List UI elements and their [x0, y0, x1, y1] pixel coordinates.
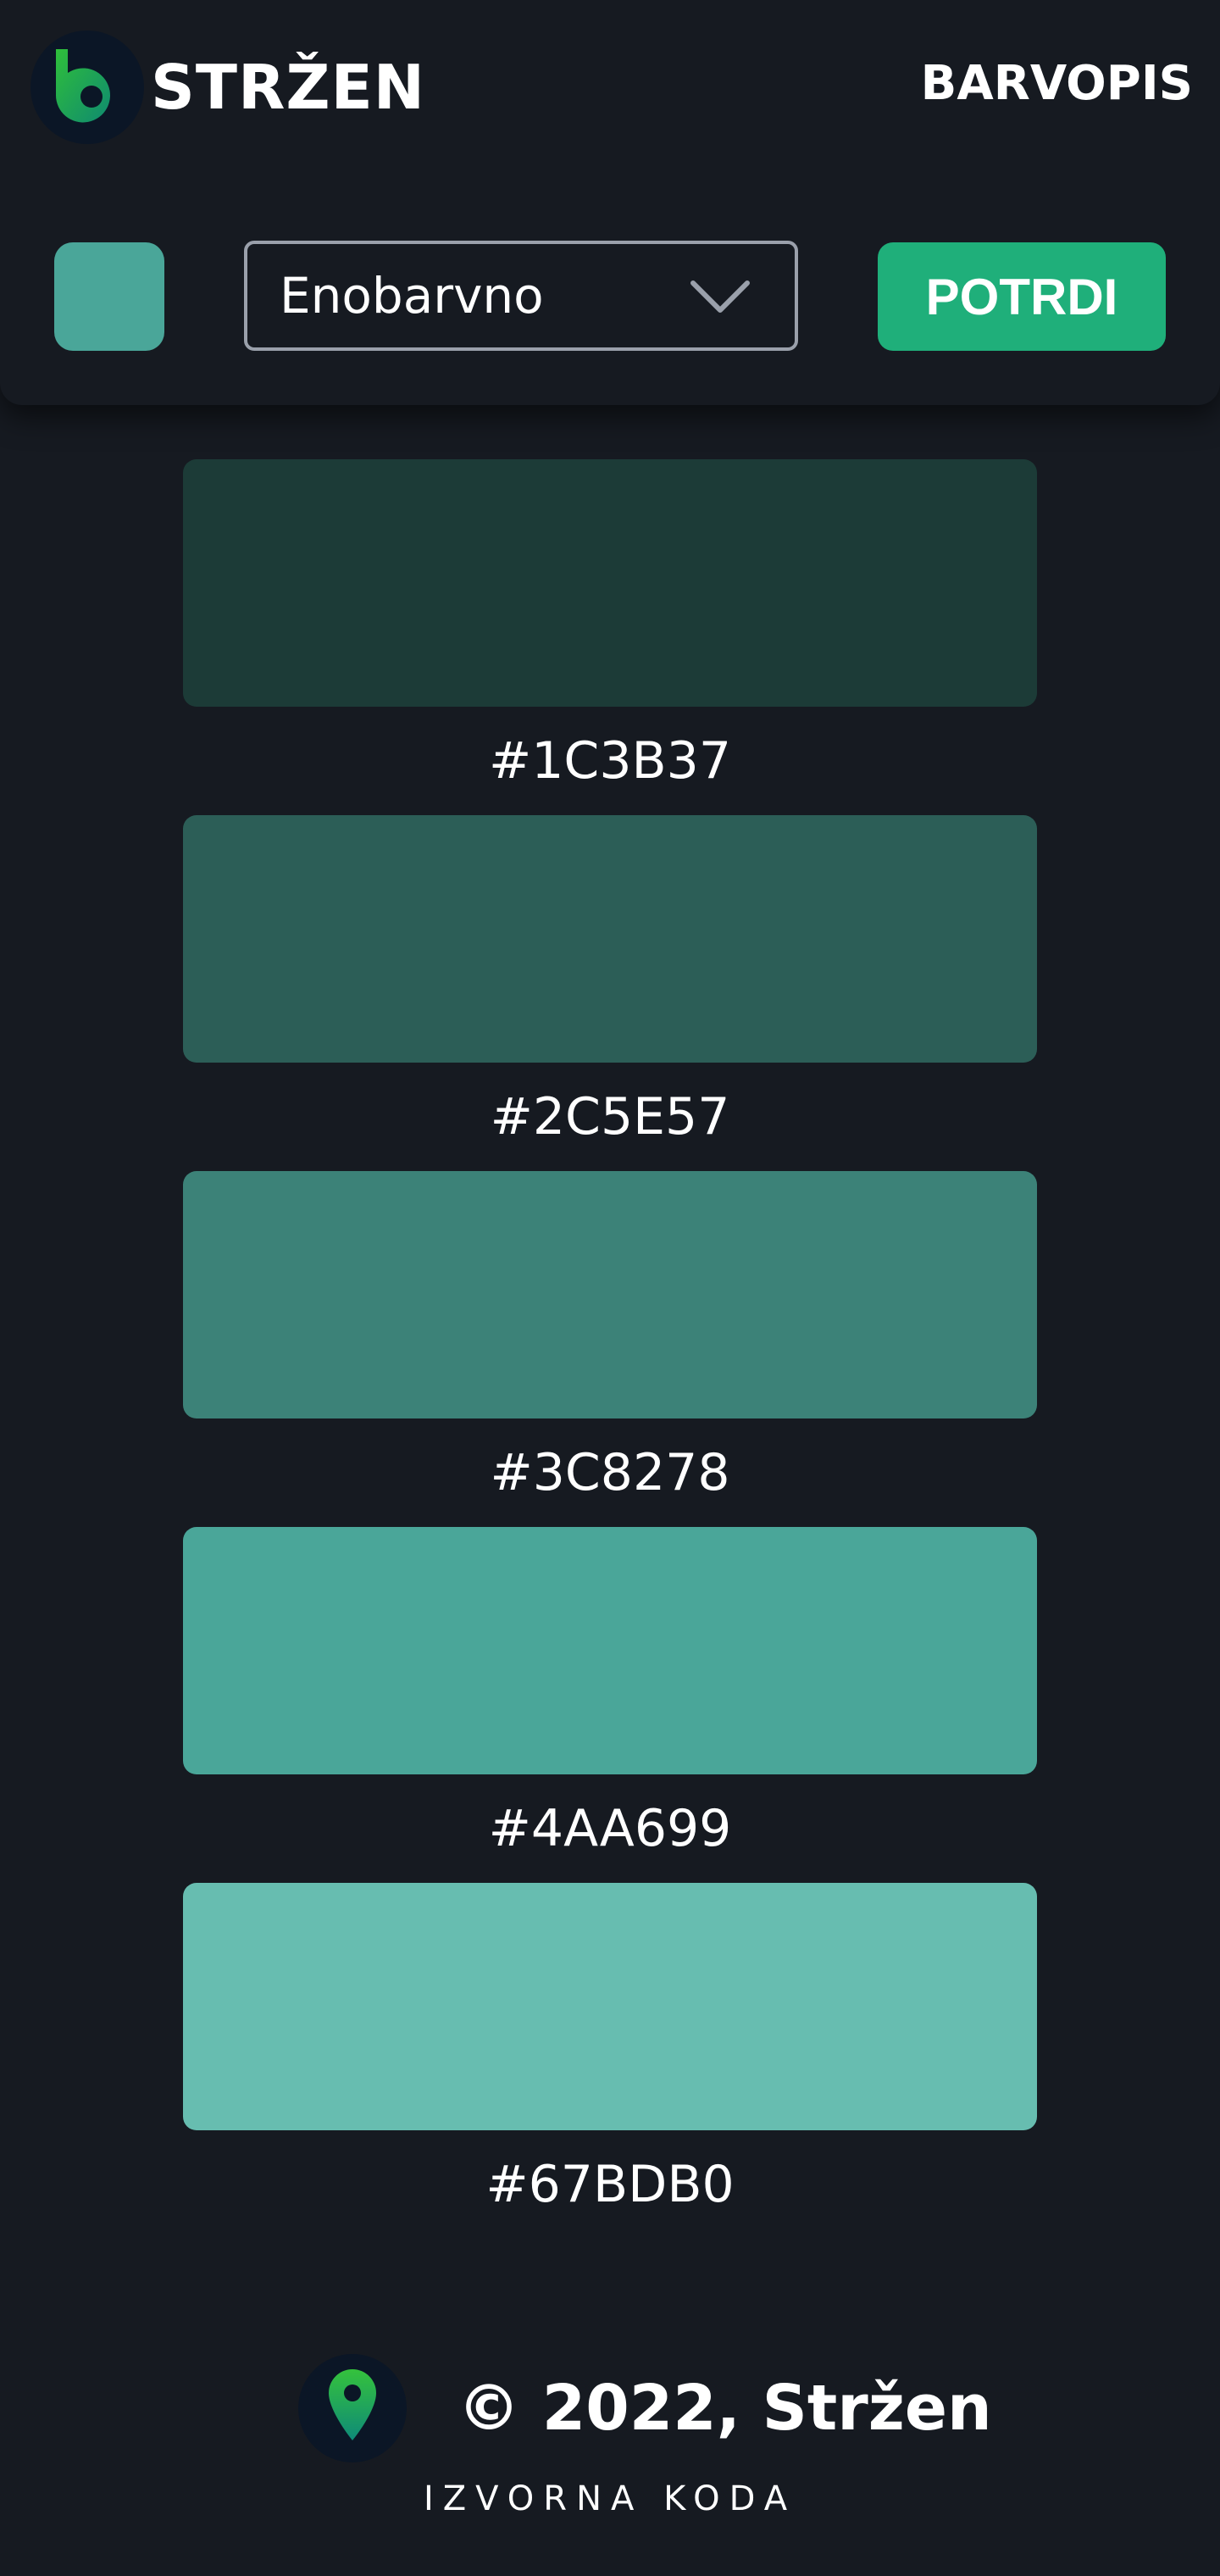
nav-link-barvopis[interactable]: BARVOPIS: [921, 56, 1193, 111]
color-block[interactable]: [183, 1883, 1037, 2130]
palette-item: #67BDB0: [183, 1883, 1037, 2239]
palette-item: #4AA699: [183, 1527, 1037, 1883]
chevron-down-icon: [690, 280, 750, 313]
color-block[interactable]: [183, 815, 1037, 1063]
color-hex-label: #4AA699: [488, 1799, 732, 1858]
app-header: STRŽEN BARVOPIS Enobarvno POTRDI: [0, 0, 1220, 405]
footer-copyright: © 2022, Stržen: [458, 2372, 992, 2445]
color-hex-label: #67BDB0: [485, 2155, 735, 2214]
color-hex-label: #3C8278: [490, 1443, 730, 1502]
palette-item: #2C5E57: [183, 815, 1037, 1171]
stren-logo-icon: [30, 31, 144, 144]
confirm-button[interactable]: POTRDI: [878, 242, 1166, 351]
color-palette: #1C3B37 #2C5E57 #3C8278 #4AA699 #67BDB0: [183, 459, 1037, 2239]
color-hex-label: #2C5E57: [490, 1087, 730, 1146]
mode-select-value: Enobarvno: [280, 267, 544, 325]
color-block[interactable]: [183, 459, 1037, 707]
color-hex-label: #1C3B37: [488, 731, 732, 791]
color-picker-swatch[interactable]: [54, 242, 164, 351]
palette-item: #1C3B37: [183, 459, 1037, 815]
mode-select[interactable]: Enobarvno: [244, 241, 798, 351]
brand-name: STRŽEN: [151, 52, 426, 123]
footer-brand: © 2022, Stržen: [298, 2354, 992, 2462]
color-block[interactable]: [183, 1527, 1037, 1774]
source-code-link[interactable]: IZVORNA KODA: [0, 2479, 1220, 2518]
map-pin-icon: [298, 2354, 407, 2462]
palette-item: #3C8278: [183, 1171, 1037, 1527]
brand-logo[interactable]: STRŽEN: [30, 31, 425, 144]
color-block[interactable]: [183, 1171, 1037, 1418]
